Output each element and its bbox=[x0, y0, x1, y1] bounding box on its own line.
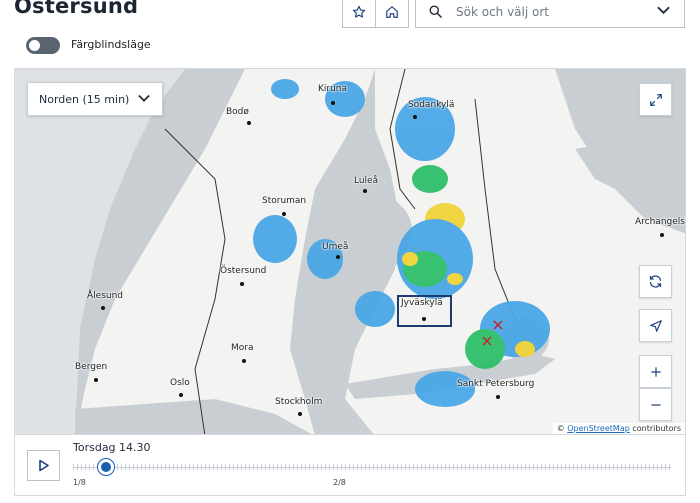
city-label-alesund: Ålesund bbox=[87, 291, 124, 301]
city-label-mora: Mora bbox=[231, 343, 254, 353]
fullscreen-icon bbox=[649, 93, 662, 106]
favorite-button[interactable] bbox=[342, 0, 376, 28]
city-label-sankt-petersburg: Sankt Petersburg bbox=[457, 379, 535, 389]
timeline-panel: Torsdag 14.30 1/8 2/8 bbox=[14, 434, 686, 496]
region-select[interactable]: Norden (15 min) bbox=[27, 82, 163, 116]
play-button[interactable] bbox=[27, 450, 60, 481]
zoom-out-button[interactable] bbox=[639, 388, 672, 421]
map-background bbox=[15, 69, 685, 434]
city-label-oslo: Oslo bbox=[170, 378, 190, 388]
timeline-time-label: Torsdag 14.30 bbox=[73, 441, 151, 454]
attribution-suffix: contributors bbox=[632, 424, 681, 433]
refresh-button[interactable] bbox=[639, 265, 672, 298]
city-dot-mora bbox=[242, 359, 246, 363]
city-label-storuman: Storuman bbox=[262, 196, 307, 206]
timeline-thumb[interactable] bbox=[98, 459, 114, 475]
toggle-knob bbox=[29, 40, 40, 51]
refresh-icon bbox=[649, 275, 662, 288]
plus-icon bbox=[650, 366, 661, 377]
timeline-tick-label-mid: 2/8 bbox=[333, 478, 346, 487]
map-attribution: © OpenStreetMap contributors bbox=[552, 423, 685, 434]
city-dot-ostersund bbox=[240, 282, 244, 286]
locate-icon bbox=[649, 319, 662, 332]
page-title: Östersund bbox=[14, 0, 139, 18]
search-icon bbox=[429, 5, 442, 18]
city-label-lulea: Luleå bbox=[354, 176, 379, 186]
search-box[interactable] bbox=[415, 0, 685, 28]
city-dot-lulea bbox=[363, 189, 367, 193]
chevron-down-icon bbox=[138, 94, 150, 102]
home-button[interactable] bbox=[375, 0, 409, 28]
city-dot-kiruna bbox=[331, 101, 335, 105]
city-label-sodankyla: Sodankylä bbox=[408, 100, 455, 110]
city-dot-archangelsk bbox=[660, 233, 664, 237]
city-dot-storuman bbox=[282, 212, 286, 216]
search-input[interactable] bbox=[456, 1, 656, 23]
city-label-bodo: Bodø bbox=[226, 107, 249, 117]
app-root: Östersund Färgblindsläge bbox=[0, 0, 700, 503]
home-icon bbox=[386, 6, 398, 18]
city-dot-umea bbox=[336, 255, 340, 259]
locate-button[interactable] bbox=[639, 309, 672, 342]
colorblind-toggle-label: Färgblindsläge bbox=[71, 38, 151, 51]
attribution-prefix: © bbox=[556, 424, 565, 433]
city-label-archangelsk: Archangelsk bbox=[635, 217, 686, 227]
city-label-bergen: Bergen bbox=[75, 362, 108, 372]
chevron-down-icon[interactable] bbox=[657, 6, 670, 15]
city-label-stockholm: Stockholm bbox=[275, 397, 323, 407]
minus-icon bbox=[650, 403, 661, 406]
city-dot-stockholm bbox=[298, 412, 302, 416]
city-dot-sankt-petersburg bbox=[496, 395, 500, 399]
colorblind-toggle[interactable] bbox=[26, 37, 60, 54]
city-dot-oslo bbox=[179, 393, 183, 397]
region-select-value: Norden (15 min) bbox=[39, 92, 130, 106]
play-icon bbox=[38, 459, 49, 472]
city-label-umea: Umeå bbox=[322, 242, 349, 252]
selected-location-highlight bbox=[397, 295, 452, 327]
city-dot-bodo bbox=[247, 121, 251, 125]
fullscreen-button[interactable] bbox=[639, 83, 672, 116]
zoom-in-button[interactable] bbox=[639, 355, 672, 388]
city-label-kiruna: Kiruna bbox=[318, 84, 348, 94]
timeline-track[interactable] bbox=[73, 467, 671, 468]
timeline-tick-label-start: 1/8 bbox=[73, 478, 86, 487]
radar-map[interactable]: Kiruna Bodø Sodankylä Luleå Storuman Ume… bbox=[14, 68, 686, 435]
openstreetmap-link[interactable]: OpenStreetMap bbox=[567, 424, 630, 433]
city-dot-sodankyla bbox=[413, 115, 417, 119]
star-icon bbox=[352, 5, 366, 18]
city-dot-alesund bbox=[101, 306, 105, 310]
city-dot-bergen bbox=[94, 378, 98, 382]
city-label-ostersund: Östersund bbox=[220, 266, 267, 276]
